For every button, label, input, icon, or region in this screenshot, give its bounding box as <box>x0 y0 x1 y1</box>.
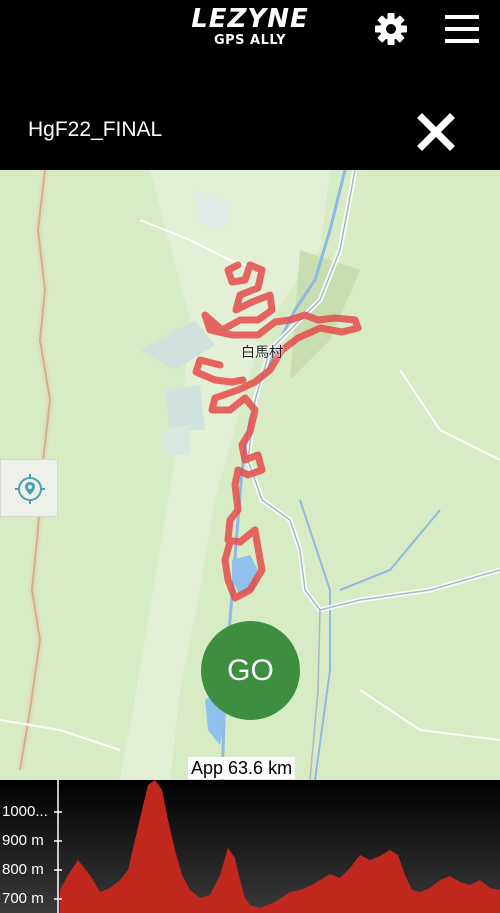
settings-button[interactable] <box>372 10 410 48</box>
route-map[interactable]: 白馬村 GO App 63.6 km <box>0 170 500 780</box>
elevation-tick-800: 800 m <box>2 861 44 878</box>
elevation-tick-1000: 1000... <box>2 803 48 820</box>
brand-product: GPS ALLY <box>213 33 287 48</box>
route-distance: App 63.6 km <box>188 757 296 779</box>
menu-button[interactable] <box>442 10 482 48</box>
elevation-chart <box>54 780 500 913</box>
brand-logo: LEZYNE GPS ALLY <box>170 4 330 48</box>
elevation-tick-700: 700 m <box>2 890 44 907</box>
route-name: HgF22_FINAL <box>28 118 163 141</box>
town-label: 白馬村 <box>241 345 283 361</box>
close-icon <box>417 113 455 151</box>
elevation-tick-900: 900 m <box>2 832 44 849</box>
go-button[interactable]: GO <box>201 621 300 720</box>
app-header: LEZYNE GPS ALLY <box>0 0 500 64</box>
route-title-bar: HgF22_FINAL <box>0 64 500 170</box>
hamburger-menu-icon <box>445 15 479 43</box>
location-target-icon <box>15 474 45 504</box>
brand-name: LEZYNE <box>191 4 309 34</box>
close-button[interactable] <box>414 110 458 154</box>
elevation-area <box>60 780 500 913</box>
gear-icon <box>375 13 407 45</box>
locate-me-button[interactable] <box>0 459 58 517</box>
elevation-profile: 1000... 900 m 800 m 700 m <box>0 780 500 913</box>
